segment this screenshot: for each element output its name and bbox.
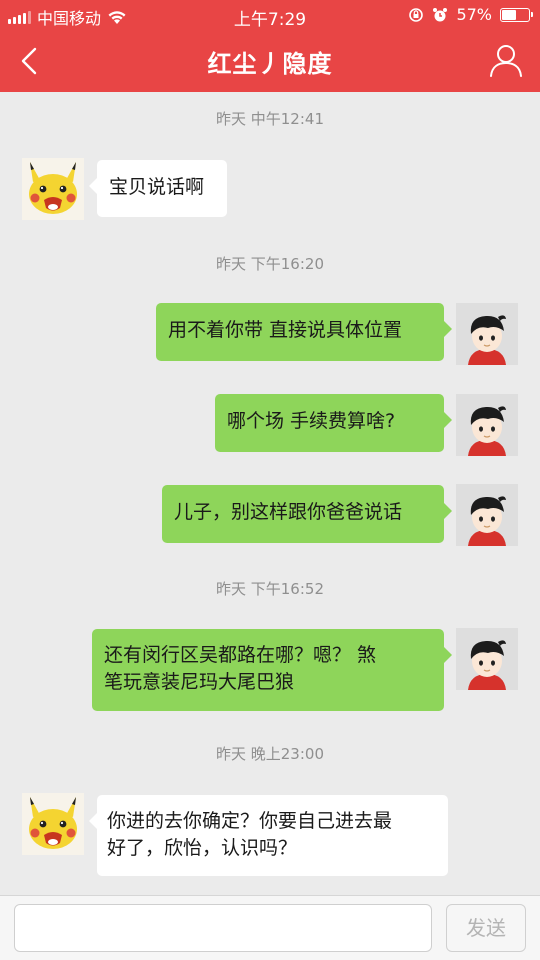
message-bubble-incoming[interactable]: 你进的去你确定？你要自己进去最 好了，欣怡，认识吗？ [89, 795, 448, 876]
message-text: 宝贝说话啊 [109, 176, 205, 198]
message-text-line: 还有闵行区吴都路在哪？嗯？ 煞 [104, 644, 377, 666]
send-button[interactable]: 发送 [446, 904, 526, 952]
pikachu-avatar[interactable] [22, 158, 84, 220]
self-avatar[interactable] [456, 628, 518, 690]
message-text: 用不着你带 直接说具体位置 [168, 319, 403, 341]
chat-title: 红尘丿隐度 [207, 50, 333, 78]
message-text-line: 笔玩意装尼玛大尾巴狼 [104, 671, 295, 693]
battery-fill [502, 9, 516, 20]
message-input[interactable] [14, 904, 432, 952]
top-bar: 中国移动 上午7:29 57% 红尘丿隐度 [0, 0, 540, 92]
message-text-line: 好了，欣怡，认识吗？ [107, 837, 298, 859]
self-avatar[interactable] [456, 303, 518, 365]
message-bubble-outgoing[interactable]: 还有闵行区吴都路在哪？嗯？ 煞 笔玩意装尼玛大尾巴狼 [92, 629, 452, 711]
pikachu-avatar[interactable] [22, 793, 84, 855]
self-avatar[interactable] [456, 484, 518, 546]
timestamp: 昨天 中午12:41 [216, 110, 324, 128]
message-bubble-outgoing[interactable]: 用不着你带 直接说具体位置 [156, 303, 452, 361]
message-bubble-outgoing[interactable]: 儿子，别这样跟你爸爸说话 [162, 485, 452, 543]
message-text: 哪个场 手续费算啥? [227, 410, 396, 432]
message-text: 儿子，别这样跟你爸爸说话 [174, 501, 403, 523]
alarm-icon [433, 7, 448, 21]
message-bubble-incoming[interactable]: 宝贝说话啊 [89, 160, 227, 217]
battery-percent: 57% [456, 5, 492, 24]
battery-icon [500, 7, 533, 22]
rotation-lock-icon [409, 7, 424, 22]
profile-icon[interactable] [488, 42, 524, 78]
timestamp: 昨天 下午16:52 [216, 580, 324, 598]
timestamp: 昨天 晚上23:00 [216, 745, 324, 763]
timestamp: 昨天 下午16:20 [216, 255, 324, 273]
self-avatar[interactable] [456, 394, 518, 456]
chat-header: 红尘丿隐度 [0, 30, 540, 92]
message-text-line: 你进的去你确定？你要自己进去最 [107, 810, 393, 832]
message-bubble-outgoing[interactable]: 哪个场 手续费算啥? [215, 394, 452, 452]
input-bar: 发送 [0, 895, 540, 960]
status-bar: 中国移动 上午7:29 57% [0, 0, 540, 30]
